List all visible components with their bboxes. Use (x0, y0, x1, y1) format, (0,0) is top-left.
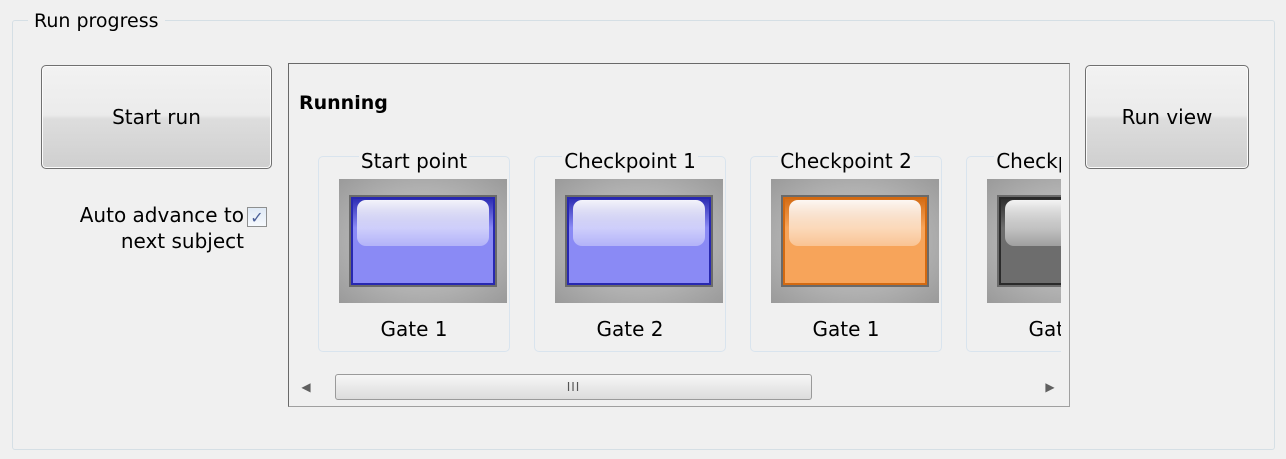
checkpoint-gate-label: Gate 2 (596, 317, 664, 341)
run-status-label: Running (299, 92, 388, 114)
checkpoint-viewport: Start point Gate 1 Checkpoint 1 Gate 2 C… (289, 144, 1061, 358)
gate-lamp-frame (555, 179, 723, 303)
gate-lamp-frame (987, 179, 1061, 303)
scrollbar-thumb[interactable]: III (335, 374, 812, 400)
auto-advance-checkbox[interactable]: ✓ (247, 207, 267, 227)
run-progress-title: Run progress (28, 9, 165, 33)
checkpoint-title: Checkpoint 1 (562, 149, 698, 173)
checkpoint-title: Checkpoint 2 (778, 149, 914, 173)
run-status-panel: Running Start point Gate 1 Checkpoint 1 … (288, 63, 1070, 407)
checkpoint-title: Checkpoint 3 (994, 149, 1061, 173)
checkpoint-card-1: Checkpoint 1 Gate 2 (534, 149, 726, 352)
start-run-button[interactable]: Start run (41, 65, 272, 169)
checkpoint-card-2: Checkpoint 2 Gate 1 (750, 149, 942, 352)
checkpoint-card-start-point: Start point Gate 1 (318, 149, 510, 352)
gate-lamp-indicator (349, 195, 497, 287)
gate-lamp-indicator (565, 195, 713, 287)
grip-icon: III (566, 380, 581, 394)
gate-lamp-indicator (781, 195, 929, 287)
checkpoint-gate-label: Gate 1 (380, 317, 448, 341)
checkpoint-gate-label: Gate 2 (1028, 317, 1062, 341)
checkpoint-card-3: Checkpoint 3 Gate 2 (966, 149, 1062, 352)
gate-lamp-frame (771, 179, 939, 303)
checkpoint-gate-label: Gate 1 (812, 317, 880, 341)
scroll-left-arrow-icon[interactable]: ◀ (297, 378, 315, 396)
horizontal-scrollbar[interactable]: ◀ III ▶ (289, 370, 1069, 404)
scroll-right-arrow-icon[interactable]: ▶ (1041, 378, 1059, 396)
run-view-button[interactable]: Run view (1085, 65, 1249, 169)
check-icon: ✓ (250, 207, 264, 227)
gate-lamp-frame (339, 179, 507, 303)
gate-lamp-indicator (997, 195, 1061, 287)
checkpoint-title: Start point (358, 149, 470, 173)
auto-advance-label: Auto advance to next subject (79, 203, 244, 253)
